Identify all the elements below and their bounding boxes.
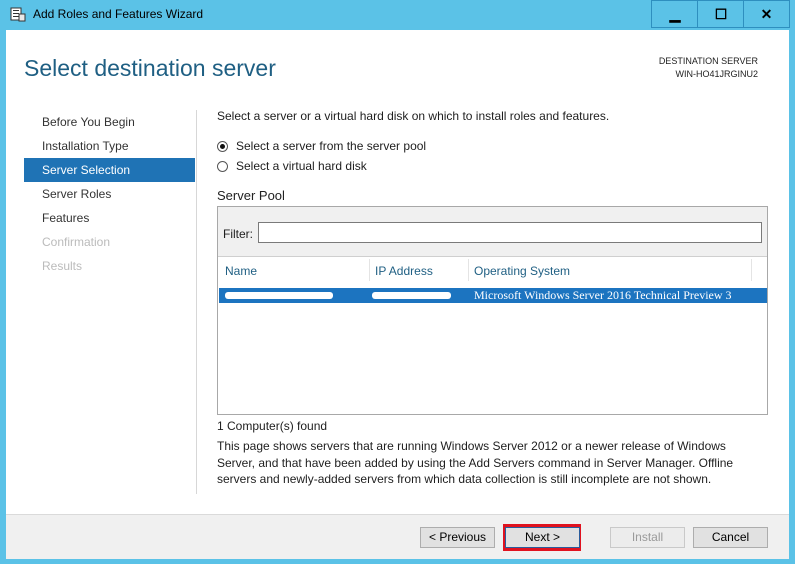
radio-server-pool[interactable]: Select a server from the server pool	[217, 139, 426, 153]
next-button[interactable]: Next >	[505, 527, 580, 548]
column-header-ip-address[interactable]: IP Address	[375, 259, 433, 283]
destination-label: DESTINATION SERVER	[658, 56, 758, 66]
nav-item-confirmation: Confirmation	[42, 235, 111, 249]
nav-divider	[196, 110, 197, 494]
wizard-body: Select destination server DESTINATION SE…	[6, 30, 789, 559]
page-title: Select destination server	[24, 55, 276, 81]
destination-value: WIN-HO41JRGINU2	[675, 69, 758, 79]
filter-bar: Filter:	[218, 207, 767, 257]
wizard-footer: < Previous Next > Install Cancel	[6, 514, 789, 559]
cancel-button[interactable]: Cancel	[693, 527, 768, 548]
window-title: Add Roles and Features Wizard	[33, 7, 204, 21]
description-text: This page shows servers that are running…	[217, 439, 734, 486]
intro-text: Select a server or a virtual hard disk o…	[217, 109, 610, 123]
column-separator[interactable]	[468, 259, 469, 281]
server-pool-list: Filter: Name IP Address Operating System…	[217, 206, 768, 415]
install-button: Install	[610, 527, 685, 548]
title-bar: Add Roles and Features Wizard ▁ ☐ ✕	[0, 0, 795, 30]
server-manager-icon	[10, 7, 26, 22]
redacted-server-name	[225, 292, 333, 299]
radio-selected-icon[interactable]	[217, 140, 228, 152]
radio-vhd-label: Select a virtual hard disk	[236, 159, 367, 173]
minimize-icon: ▁	[669, 5, 681, 22]
wizard-nav: Before You Begin Installation Type Serve…	[24, 110, 195, 278]
column-separator[interactable]	[369, 259, 370, 281]
table-row[interactable]: Microsoft Windows Server 2016 Technical …	[219, 288, 767, 303]
os-cell: Microsoft Windows Server 2016 Technical …	[474, 288, 732, 302]
maximize-icon: ☐	[714, 5, 728, 22]
radio-unselected-icon[interactable]	[217, 160, 228, 172]
redacted-ip-address	[372, 292, 451, 299]
nav-item-server-roles[interactable]: Server Roles	[24, 182, 195, 206]
close-icon: ✕	[760, 5, 773, 22]
column-header-operating-system[interactable]: Operating System	[474, 259, 570, 283]
minimize-button[interactable]: ▁	[651, 0, 698, 28]
computers-found-count: 1 Computer(s) found	[217, 419, 328, 433]
close-button[interactable]: ✕	[743, 0, 790, 28]
filter-label: Filter:	[223, 227, 253, 241]
nav-item-features[interactable]: Features	[24, 206, 195, 230]
column-header-name[interactable]: Name	[225, 259, 257, 283]
nav-item-results: Results	[42, 259, 83, 273]
radio-virtual-hard-disk[interactable]: Select a virtual hard disk	[217, 159, 367, 173]
radio-server-pool-label: Select a server from the server pool	[236, 139, 427, 153]
maximize-button[interactable]: ☐	[697, 0, 744, 28]
column-separator[interactable]	[751, 259, 752, 281]
nav-item-server-selection[interactable]: Server Selection	[24, 158, 195, 182]
nav-item-installation-type[interactable]: Installation Type	[24, 134, 195, 158]
nav-item-before-you-begin[interactable]: Before You Begin	[24, 110, 195, 134]
destination-server: DESTINATION SERVER WIN-HO41JRGINU2	[659, 55, 758, 81]
filter-input[interactable]	[258, 222, 762, 243]
server-pool-label: Server Pool	[217, 188, 285, 203]
previous-button[interactable]: < Previous	[420, 527, 495, 548]
